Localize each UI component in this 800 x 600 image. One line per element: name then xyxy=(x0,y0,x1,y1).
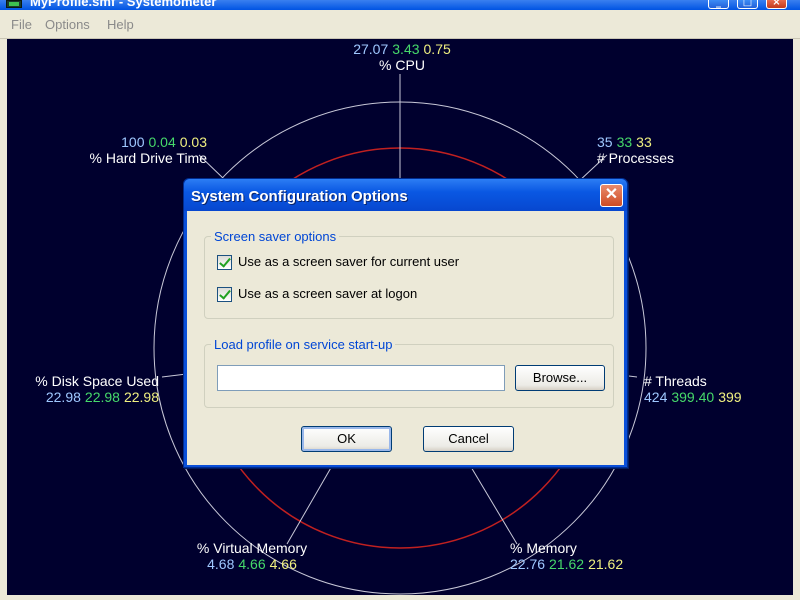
disk-space-max: 22.98 xyxy=(123,389,159,405)
screensaver-logon-checkbox[interactable] xyxy=(217,287,232,302)
memory-current: 22.76 xyxy=(510,556,546,572)
dialog-title: System Configuration Options xyxy=(191,188,408,205)
metric-threads: # Threads 424 399.40 399 xyxy=(644,373,742,405)
disk-space-current: 22.98 xyxy=(45,389,81,405)
menu-file[interactable]: File xyxy=(11,17,32,32)
hard-drive-max: 0.03 xyxy=(179,134,207,150)
window-title: MyProfile.smf - Systemometer xyxy=(30,0,217,9)
minimize-button[interactable]: _ xyxy=(708,0,729,9)
threads-current: 424 xyxy=(644,389,668,405)
cpu-average: 3.43 xyxy=(392,41,420,57)
metric-memory: % Memory 22.76 21.62 21.62 xyxy=(510,540,623,572)
menu-bar: File Options Help xyxy=(0,10,800,39)
processes-average: 33 xyxy=(616,134,633,150)
dialog-close-button[interactable]: ✕ xyxy=(600,184,623,207)
menu-options[interactable]: Options xyxy=(45,17,90,32)
screensaver-current-user-checkbox[interactable] xyxy=(217,255,232,270)
profile-group-legend: Load profile on service start-up xyxy=(211,337,396,352)
cpu-label: % CPU xyxy=(379,57,425,73)
metric-virtual-memory: % Virtual Memory 4.68 4.66 4.66 xyxy=(187,540,317,572)
dialog-titlebar: System Configuration Options ✕ xyxy=(184,179,627,211)
memory-average: 21.62 xyxy=(549,556,585,572)
profile-group: Load profile on service start-up Browse.… xyxy=(204,337,614,408)
metric-hard-drive-time: 100 0.04 0.03 % Hard Drive Time xyxy=(67,134,207,166)
processes-current: 35 xyxy=(597,134,613,150)
metric-cpu: 27.07 3.43 0.75 % CPU xyxy=(347,41,457,73)
cancel-button[interactable]: Cancel xyxy=(423,426,514,452)
ok-button[interactable]: OK xyxy=(301,426,392,452)
screensaver-current-user-label[interactable]: Use as a screen saver for current user xyxy=(238,254,459,269)
threads-average: 399.40 xyxy=(671,389,715,405)
virtual-memory-max: 4.66 xyxy=(269,556,297,572)
config-dialog: System Configuration Options ✕ Screen sa… xyxy=(183,178,628,468)
memory-max: 21.62 xyxy=(588,556,624,572)
hard-drive-current: 100 xyxy=(121,134,145,150)
disk-space-average: 22.98 xyxy=(84,389,120,405)
virtual-memory-average: 4.66 xyxy=(238,556,266,572)
app-icon xyxy=(6,0,22,8)
metric-disk-space: % Disk Space Used 22.98 22.98 22.98 xyxy=(17,373,159,405)
threads-max: 399 xyxy=(718,389,742,405)
screensaver-group: Screen saver options Use as a screen sav… xyxy=(204,229,614,319)
processes-label: # Processes xyxy=(597,150,675,166)
screensaver-group-legend: Screen saver options xyxy=(211,229,340,244)
window-titlebar: MyProfile.smf - Systemometer _ □ × xyxy=(0,0,800,10)
disk-space-label: % Disk Space Used xyxy=(35,373,159,389)
hard-drive-label: % Hard Drive Time xyxy=(89,150,207,166)
window-bottom-edge xyxy=(0,595,800,600)
dialog-body: Screen saver options Use as a screen sav… xyxy=(187,211,624,465)
hard-drive-average: 0.04 xyxy=(148,134,176,150)
memory-label: % Memory xyxy=(510,540,577,556)
processes-max: 33 xyxy=(636,134,652,150)
profile-path-input[interactable] xyxy=(217,365,505,391)
close-window-button[interactable]: × xyxy=(766,0,787,9)
metric-processes: 35 33 33 # Processes xyxy=(597,134,674,166)
virtual-memory-current: 4.68 xyxy=(207,556,235,572)
browse-button[interactable]: Browse... xyxy=(515,365,605,391)
screensaver-logon-label[interactable]: Use as a screen saver at logon xyxy=(238,286,417,301)
cpu-max: 0.75 xyxy=(423,41,451,57)
menu-help[interactable]: Help xyxy=(107,17,134,32)
cpu-current: 27.07 xyxy=(353,41,389,57)
maximize-button[interactable]: □ xyxy=(737,0,758,9)
virtual-memory-label: % Virtual Memory xyxy=(196,540,308,556)
threads-label: # Threads xyxy=(644,373,707,389)
